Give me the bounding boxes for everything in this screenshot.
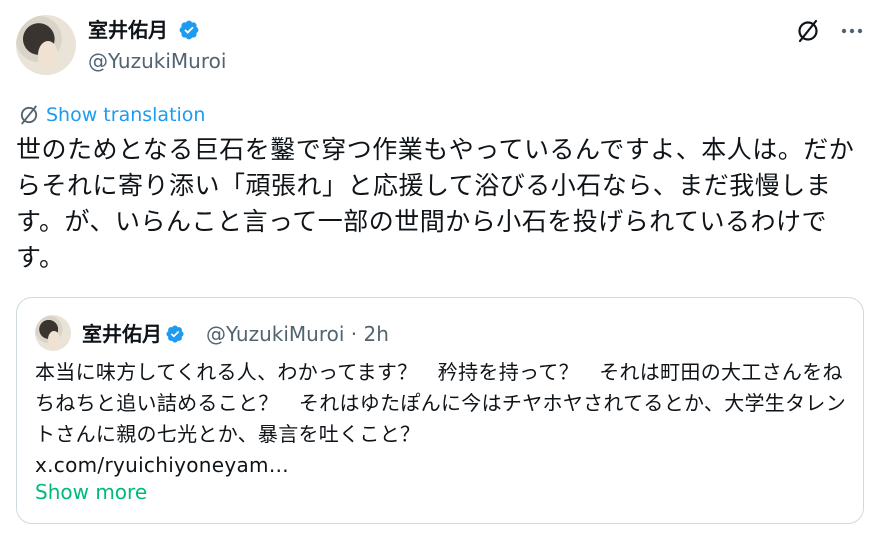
quote-author-avatar[interactable] [35,315,71,351]
quote-separator: · [350,322,358,346]
more-options-icon[interactable] [841,28,863,34]
translate-icon [20,105,38,125]
quote-author-name[interactable]: 室井佑月 [82,322,185,346]
quote-timestamp[interactable]: 2h [364,322,389,346]
tweet-top-actions [795,18,863,44]
quote-author-name-text: 室井佑月 [82,322,162,346]
quote-body: 本当に味方してくれる人、わかってます？ 矜持を持って？ それは町田の大工さんをね… [35,360,846,446]
show-translation-link[interactable]: Show translation [18,104,205,126]
verified-badge-icon [166,325,184,343]
author-name-text: 室井佑月 [88,18,168,42]
author-handle[interactable]: @YuzukiMuroi [88,48,226,74]
tweet-text: 世のためとなる巨石を鑿で穿つ作業もやっているんですよ、本人は。だからそれに寄り添… [16,135,855,272]
quote-text: 本当に味方してくれる人、わかってます？ 矜持を持って？ それは町田の大工さんをね… [35,357,855,481]
author-display-name[interactable]: 室井佑月 [88,17,200,43]
quote-handle[interactable]: @YuzukiMuroi [206,322,344,346]
quote-link[interactable]: x.com/ryuichiyoneyam… [35,450,855,481]
author-avatar[interactable] [16,15,76,75]
show-translation-label: Show translation [46,104,206,126]
translate-icon[interactable] [795,18,821,44]
verified-badge-icon [179,20,199,40]
quote-meta: @YuzukiMuroi · 2h [206,322,389,346]
show-more-link[interactable]: Show more [35,480,147,504]
